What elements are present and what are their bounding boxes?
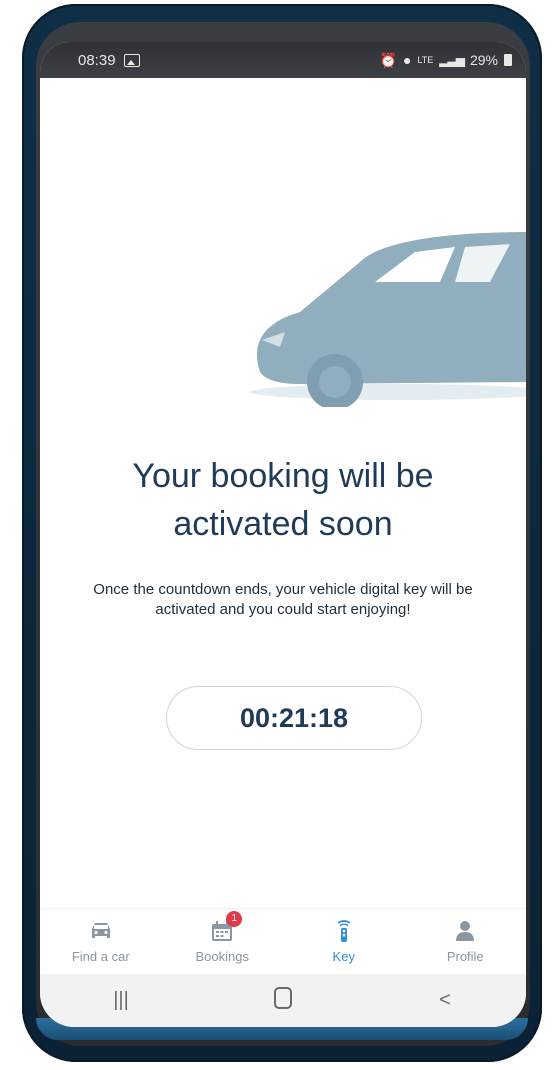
bottom-tab-bar: Find a car 1 Bookings Key Profile: [40, 908, 526, 975]
activation-description: Once the countdown ends, your vehicle di…: [93, 581, 473, 618]
image-notification-icon: [123, 53, 140, 67]
status-bar: 08:39 ⏰ ● LTE ▂▃▅ 29%: [40, 42, 526, 78]
tab-profile[interactable]: Profile: [405, 909, 527, 975]
status-time: 08:39: [78, 51, 116, 69]
status-right: ⏰ ● LTE ▂▃▅ 29%: [380, 52, 512, 69]
tab-bookings[interactable]: 1 Bookings: [162, 909, 284, 975]
tab-find-a-car[interactable]: Find a car: [40, 909, 162, 975]
key-fob-icon: [337, 920, 351, 942]
home-icon: [274, 986, 292, 1009]
recents-button[interactable]: |||: [91, 989, 151, 1012]
countdown-timer: 00:21:18: [166, 686, 422, 750]
tab-key[interactable]: Key: [283, 909, 405, 975]
tab-label: Bookings: [195, 949, 249, 964]
tab-label: Find a car: [71, 949, 130, 964]
car-illustration-icon: [250, 232, 526, 407]
network-type: LTE: [417, 55, 434, 65]
page-title: Your booking will be activated soon: [132, 457, 434, 543]
back-button[interactable]: <: [415, 989, 475, 1012]
home-button[interactable]: [253, 986, 313, 1015]
tab-label: Key: [332, 949, 355, 964]
status-left: 08:39: [78, 52, 140, 69]
signal-icon: ▂▃▅: [439, 53, 465, 67]
person-icon: [456, 921, 475, 941]
battery-percent: 29%: [469, 52, 498, 68]
battery-icon: [504, 54, 512, 66]
location-icon: ●: [402, 52, 412, 68]
car-icon: [91, 923, 110, 938]
app-screen: 08:39 ⏰ ● LTE ▂▃▅ 29% Your booking will …: [40, 42, 526, 1027]
system-navigation-bar: ||| <: [40, 974, 526, 1027]
alarm-icon: ⏰: [379, 51, 397, 68]
tab-label: Profile: [446, 949, 484, 964]
bookings-badge: 1: [226, 911, 243, 927]
